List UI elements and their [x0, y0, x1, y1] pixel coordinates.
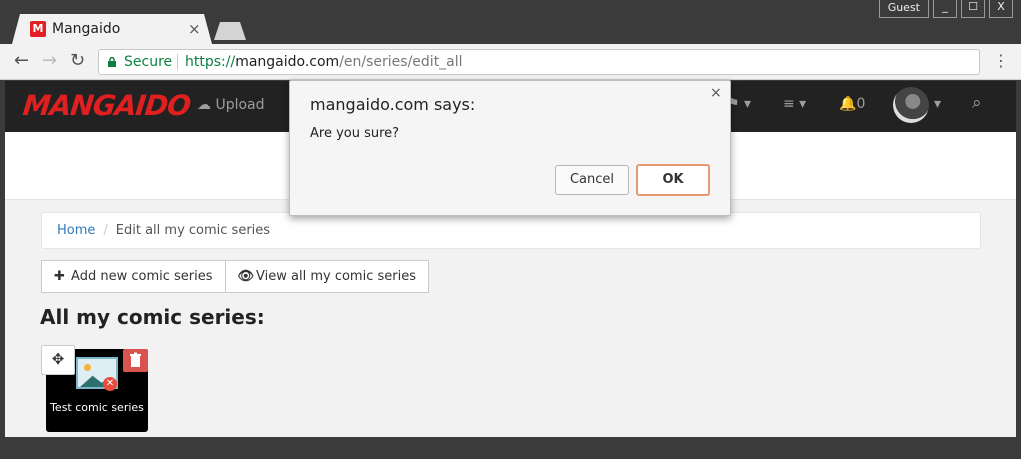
- add-new-series-button[interactable]: ✚ Add new comic series: [41, 260, 226, 293]
- move-arrows-icon: ✥: [51, 350, 65, 368]
- eye-icon: 👁: [237, 269, 255, 284]
- bell-icon: 🔔: [839, 96, 857, 112]
- guest-profile-button[interactable]: Guest: [878, 0, 929, 18]
- dialog-title: mangaido.com says:: [310, 95, 476, 114]
- window-bottom-edge: [0, 437, 1021, 459]
- browser-menu-icon[interactable]: ⋮: [993, 51, 1009, 70]
- lock-icon: [108, 57, 116, 67]
- nav-upload-link[interactable]: ☁ Upload: [197, 97, 265, 113]
- dialog-message: Are you sure?: [310, 126, 400, 141]
- section-title: All my comic series:: [40, 305, 265, 329]
- url-text: https://mangaido.com/en/series/edit_all: [185, 50, 463, 74]
- back-arrow-icon[interactable]: ←: [14, 50, 29, 72]
- secure-label: Secure: [124, 54, 173, 70]
- tab-favicon-icon: M: [30, 21, 46, 37]
- tab-close-icon[interactable]: ×: [188, 20, 201, 38]
- avatar-caret-icon[interactable]: ▾: [934, 96, 941, 112]
- browser-titlebar: M Mangaido × Guest _ ☐ X: [0, 0, 1021, 44]
- reload-icon[interactable]: ↻: [70, 50, 85, 72]
- browser-toolbar: ← → ↻ Secure https://mangaido.com/en/ser…: [0, 44, 1021, 80]
- new-tab-button[interactable]: [214, 22, 246, 40]
- url-host: mangaido.com: [235, 54, 340, 70]
- delete-series-button[interactable]: [123, 349, 148, 372]
- window-controls: Guest _ ☐ X: [878, 0, 1013, 20]
- ok-button[interactable]: OK: [636, 164, 710, 196]
- window-close-icon[interactable]: X: [989, 0, 1013, 18]
- view-all-series-label: View all my comic series: [256, 269, 416, 284]
- dialog-close-icon[interactable]: ×: [710, 85, 722, 101]
- plus-icon: ✚: [54, 269, 65, 284]
- broken-image-icon: ✕: [103, 377, 117, 391]
- trash-icon: [130, 352, 141, 367]
- minimize-icon[interactable]: _: [933, 0, 957, 18]
- forward-arrow-icon[interactable]: →: [42, 50, 57, 72]
- add-new-series-label: Add new comic series: [71, 269, 213, 284]
- nav-list-dropdown[interactable]: ≡ ▾: [783, 96, 806, 112]
- breadcrumb-current: Edit all my comic series: [115, 223, 271, 238]
- series-card-title: Test comic series: [50, 401, 144, 414]
- series-action-buttons: ✚ Add new comic series 👁 View all my comi…: [41, 260, 429, 293]
- confirm-dialog: mangaido.com says: × Are you sure? Cance…: [289, 80, 731, 216]
- browser-tab-mangaido[interactable]: M Mangaido ×: [12, 14, 212, 44]
- cloud-upload-icon: ☁: [197, 97, 211, 113]
- move-series-button[interactable]: ✥: [41, 345, 75, 375]
- url-scheme: https://: [185, 54, 236, 70]
- breadcrumb-separator: /: [103, 223, 108, 238]
- address-bar[interactable]: Secure https://mangaido.com/en/series/ed…: [98, 49, 980, 75]
- nav-upload-label: Upload: [215, 97, 265, 113]
- search-icon[interactable]: ⌕: [972, 93, 982, 113]
- notifications-count: 0: [856, 96, 866, 112]
- cancel-button[interactable]: Cancel: [555, 165, 629, 195]
- breadcrumb-home-link[interactable]: Home: [57, 223, 95, 238]
- site-logo[interactable]: MANGAIDO: [21, 89, 192, 122]
- url-separator: [177, 54, 178, 70]
- url-path: /en/series/edit_all: [339, 54, 463, 70]
- tab-title: Mangaido: [52, 21, 121, 37]
- avatar[interactable]: [893, 87, 929, 123]
- nav-notifications[interactable]: 🔔0: [839, 96, 865, 112]
- maximize-icon[interactable]: ☐: [961, 0, 985, 18]
- breadcrumb: Home / Edit all my comic series: [41, 212, 981, 249]
- thumb-sun: [84, 364, 91, 371]
- view-all-series-button[interactable]: 👁 View all my comic series: [224, 260, 429, 293]
